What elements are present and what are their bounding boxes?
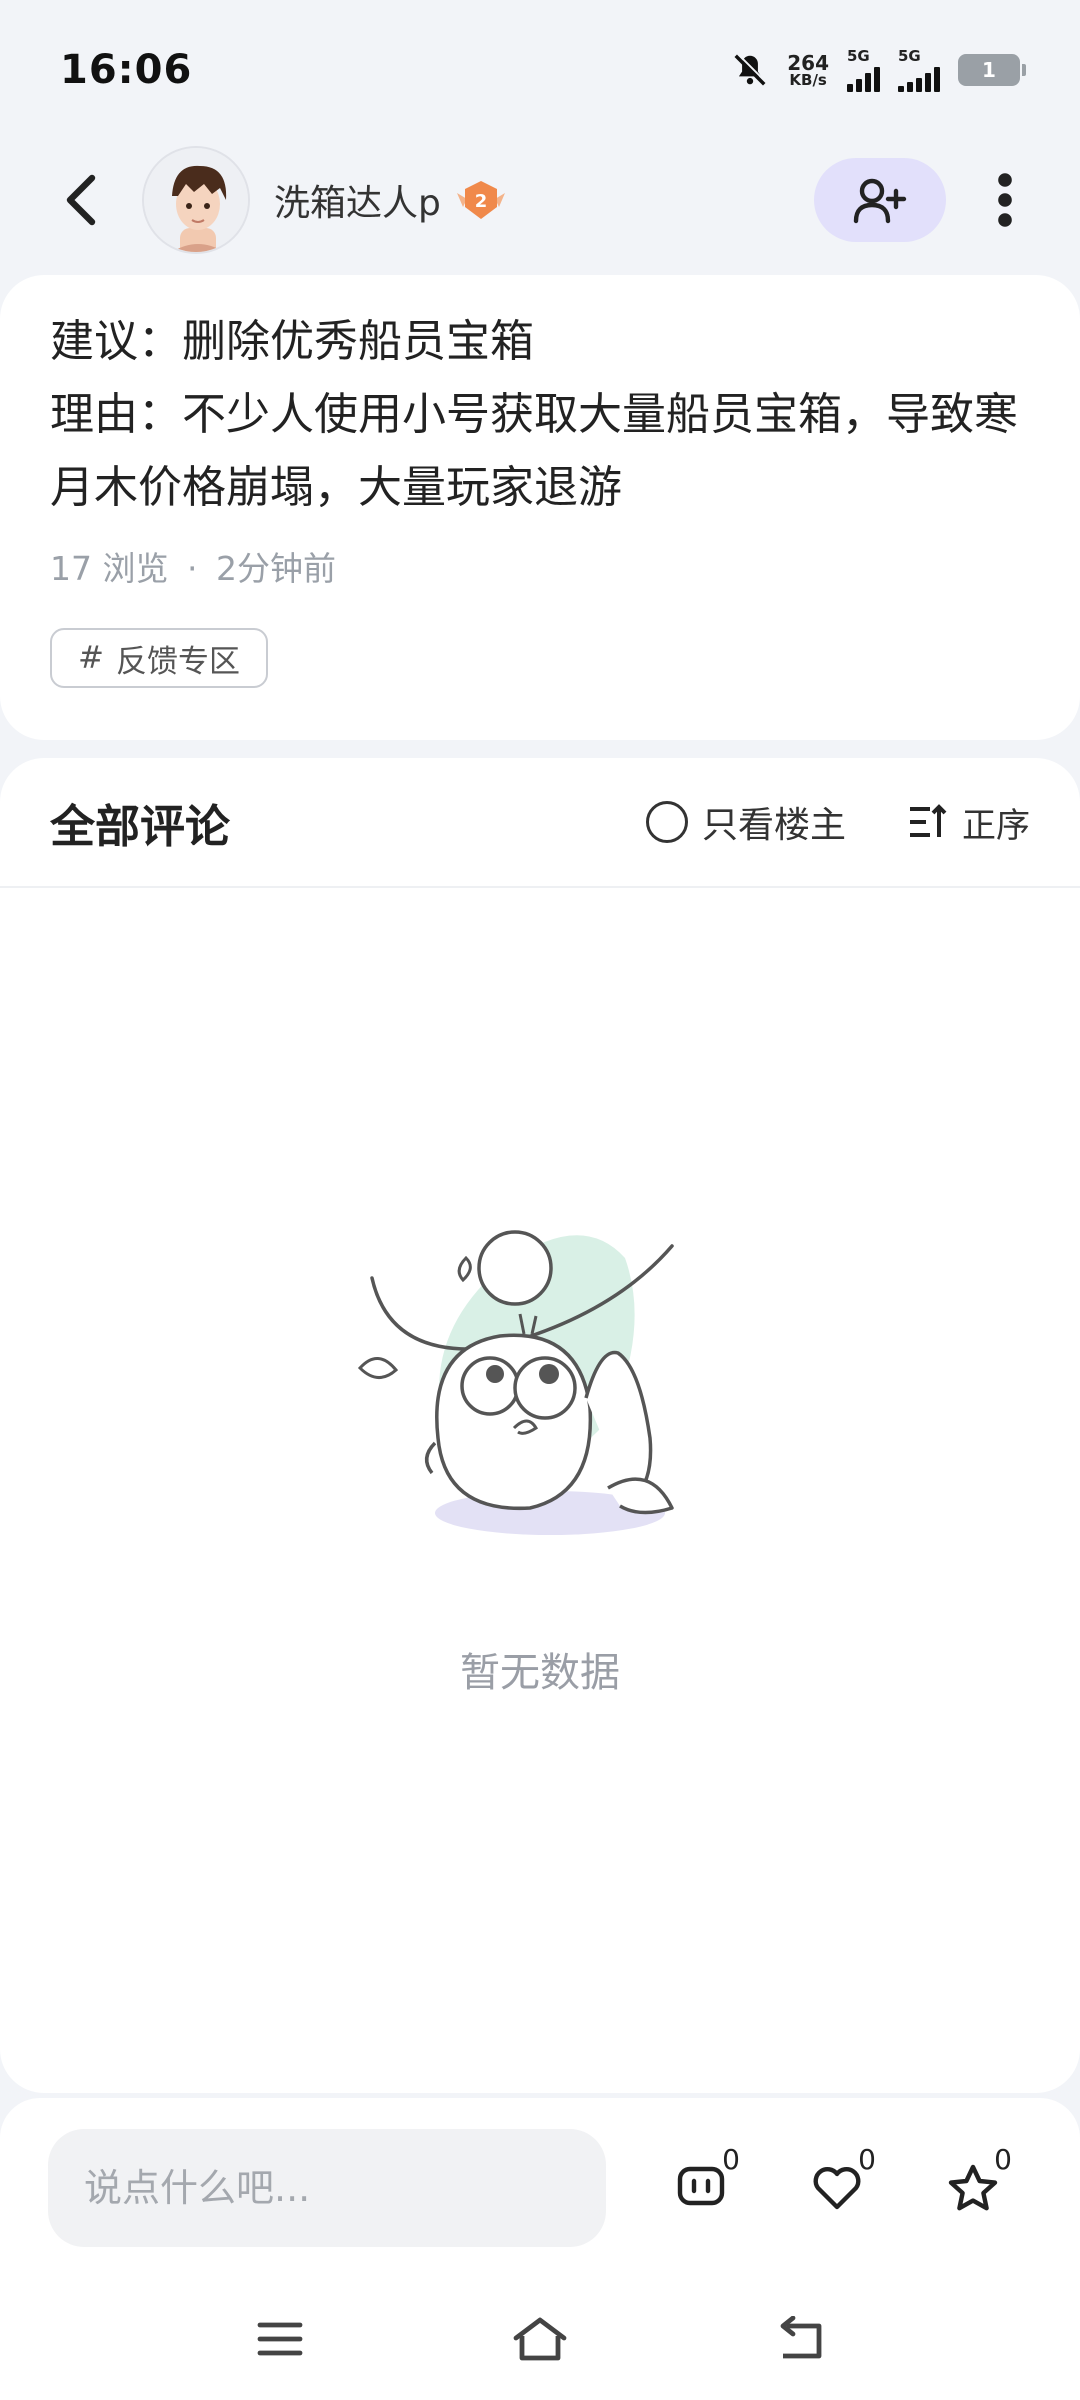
- more-options-button[interactable]: [970, 158, 1040, 242]
- signal-icon: [847, 66, 880, 92]
- level-badge-icon: 2: [456, 181, 505, 219]
- sort-button[interactable]: 正序: [908, 798, 1030, 847]
- post-header: 洗箱达人p 2: [0, 140, 1080, 260]
- follow-button[interactable]: [814, 158, 946, 242]
- comment-input[interactable]: [48, 2129, 606, 2247]
- favorite-count: 0: [994, 2143, 1012, 2176]
- post-meta: 17 浏览 · 2分钟前: [50, 542, 1030, 590]
- net-speed: 264 KB/s: [787, 50, 829, 89]
- comment-count: 0: [722, 2143, 740, 2176]
- empty-state: 暂无数据: [0, 1188, 1080, 1698]
- bottom-action-bar: 0 0 0: [0, 2098, 1080, 2278]
- post-card: 建议：删除优秀船员宝箱 理由：不少人使用小号获取大量船员宝箱，导致寒月木价格崩塌…: [0, 275, 1080, 740]
- level-badge: 2: [453, 175, 509, 225]
- comment-button[interactable]: 0: [656, 2143, 746, 2233]
- empty-illustration: [357, 1230, 674, 1535]
- chevron-left-icon: [66, 174, 96, 226]
- only-host-label: 只看楼主: [701, 805, 846, 846]
- system-nav-bar: [0, 2278, 1080, 2400]
- menu-icon: [257, 2322, 303, 2356]
- sort-label: 正序: [962, 805, 1030, 846]
- topic-tag-label: 反馈专区: [115, 643, 240, 680]
- back-nav-button[interactable]: [765, 2304, 835, 2374]
- comments-section: 全部评论 只看楼主 正序 暂无数据: [0, 758, 1080, 2093]
- status-icons: 264 KB/s 5G 5G 1: [731, 48, 1026, 92]
- hash-icon: #: [78, 640, 104, 676]
- avatar[interactable]: [142, 146, 250, 254]
- status-time: 16:06: [60, 47, 193, 93]
- add-user-icon: [853, 178, 907, 224]
- status-bar: 16:06 264 KB/s 5G 5G 1: [0, 0, 1080, 140]
- home-icon: [513, 2317, 567, 2361]
- back-button[interactable]: [40, 160, 120, 240]
- empty-text: 暂无数据: [460, 1650, 620, 1696]
- comments-header: 全部评论 只看楼主 正序: [0, 758, 1080, 888]
- heart-icon: [813, 2167, 861, 2210]
- more-vertical-icon: [998, 173, 1012, 227]
- signal-icon: [898, 66, 940, 92]
- star-icon: [948, 2164, 998, 2211]
- comments-title: 全部评论: [50, 799, 231, 853]
- username[interactable]: 洗箱达人p: [274, 174, 441, 226]
- view-count: 17 浏览: [50, 549, 169, 588]
- like-button[interactable]: 0: [792, 2143, 882, 2233]
- only-host-toggle[interactable]: 只看楼主: [645, 796, 846, 848]
- avatar-image: [144, 148, 248, 252]
- signal-strength-2: 5G: [898, 48, 940, 92]
- comment-icon: [677, 2166, 725, 2206]
- svg-text:2: 2: [475, 191, 488, 212]
- topic-tag[interactable]: # 反馈专区: [50, 628, 268, 688]
- home-nav-button[interactable]: [505, 2304, 575, 2374]
- sort-icon: [910, 804, 947, 837]
- radio-icon: [645, 801, 688, 843]
- like-count: 0: [858, 2143, 876, 2176]
- back-arrow-icon: [780, 2316, 822, 2359]
- menu-nav-button[interactable]: [245, 2304, 315, 2374]
- post-time: 2分钟前: [215, 549, 336, 588]
- meta-separator: ·: [186, 549, 198, 588]
- post-content: 建议：删除优秀船员宝箱 理由：不少人使用小号获取大量船员宝箱，导致寒月木价格崩塌…: [50, 316, 1018, 513]
- favorite-button[interactable]: 0: [928, 2143, 1018, 2233]
- bell-muted-icon: [734, 53, 767, 86]
- signal-strength-1: 5G: [847, 48, 880, 92]
- battery-icon: 1: [958, 54, 1026, 86]
